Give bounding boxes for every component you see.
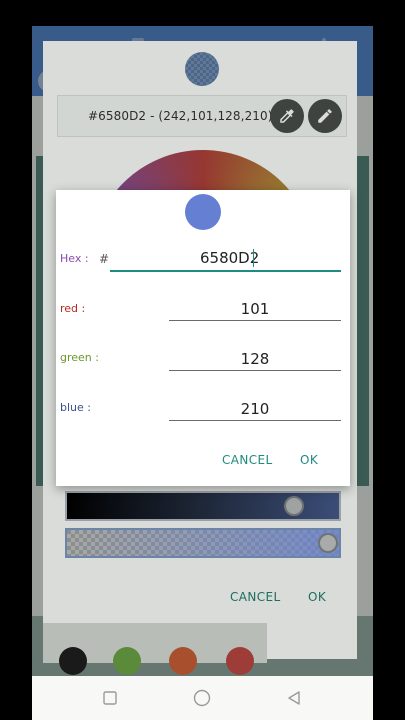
history-swatch[interactable] xyxy=(59,647,87,675)
back-button[interactable] xyxy=(284,688,304,708)
hex-input-underline xyxy=(110,270,341,272)
alpha-slider[interactable] xyxy=(65,528,341,558)
hex-label: Hex : xyxy=(60,252,89,265)
recents-button[interactable] xyxy=(100,688,120,708)
green-value: 128 xyxy=(240,350,270,368)
brightness-slider[interactable] xyxy=(65,491,341,521)
entry-cancel-button[interactable]: CANCEL xyxy=(222,453,273,467)
blue-label: blue : xyxy=(60,401,91,414)
red-value: 101 xyxy=(240,300,270,318)
alpha-gradient xyxy=(67,530,339,556)
history-swatch[interactable] xyxy=(169,647,197,675)
pencil-icon xyxy=(318,109,332,123)
green-input[interactable]: 128 xyxy=(169,348,341,371)
edit-button[interactable] xyxy=(308,99,342,133)
history-swatch[interactable] xyxy=(113,647,141,675)
hex-input[interactable]: 6580D2 xyxy=(200,249,259,267)
home-button[interactable] xyxy=(192,688,212,708)
alpha-slider-thumb[interactable] xyxy=(318,533,338,553)
text-cursor xyxy=(253,249,254,267)
color-summary-text: #6580D2 - (242,101,128,210) xyxy=(88,109,273,123)
system-nav-bar xyxy=(32,676,373,720)
eyedropper-icon xyxy=(280,109,294,123)
green-label: green : xyxy=(60,351,99,364)
blue-value: 210 xyxy=(240,400,270,418)
color-entry-dialog: Hex : # 6580D2 red : 101 green : 128 blu… xyxy=(56,190,350,486)
triangle-back-icon xyxy=(288,691,300,705)
red-label: red : xyxy=(60,302,86,315)
circle-icon xyxy=(193,689,211,707)
history-swatch[interactable] xyxy=(226,647,254,675)
hex-hash-prefix: # xyxy=(99,252,110,266)
picker-cancel-button[interactable]: CANCEL xyxy=(230,590,281,604)
picker-ok-button[interactable]: OK xyxy=(308,590,326,604)
phone-screen: #6580D2 - (242,101,128,210) CANCEL OK He… xyxy=(32,26,373,720)
blue-input[interactable]: 210 xyxy=(169,398,341,421)
color-history-row xyxy=(43,623,267,675)
red-input[interactable]: 101 xyxy=(169,298,341,321)
square-icon xyxy=(103,691,117,705)
entry-color-swatch xyxy=(185,194,221,230)
brightness-slider-thumb[interactable] xyxy=(284,496,304,516)
color-preview-swatch xyxy=(185,52,219,86)
eyedropper-button[interactable] xyxy=(270,99,304,133)
entry-ok-button[interactable]: OK xyxy=(300,453,318,467)
